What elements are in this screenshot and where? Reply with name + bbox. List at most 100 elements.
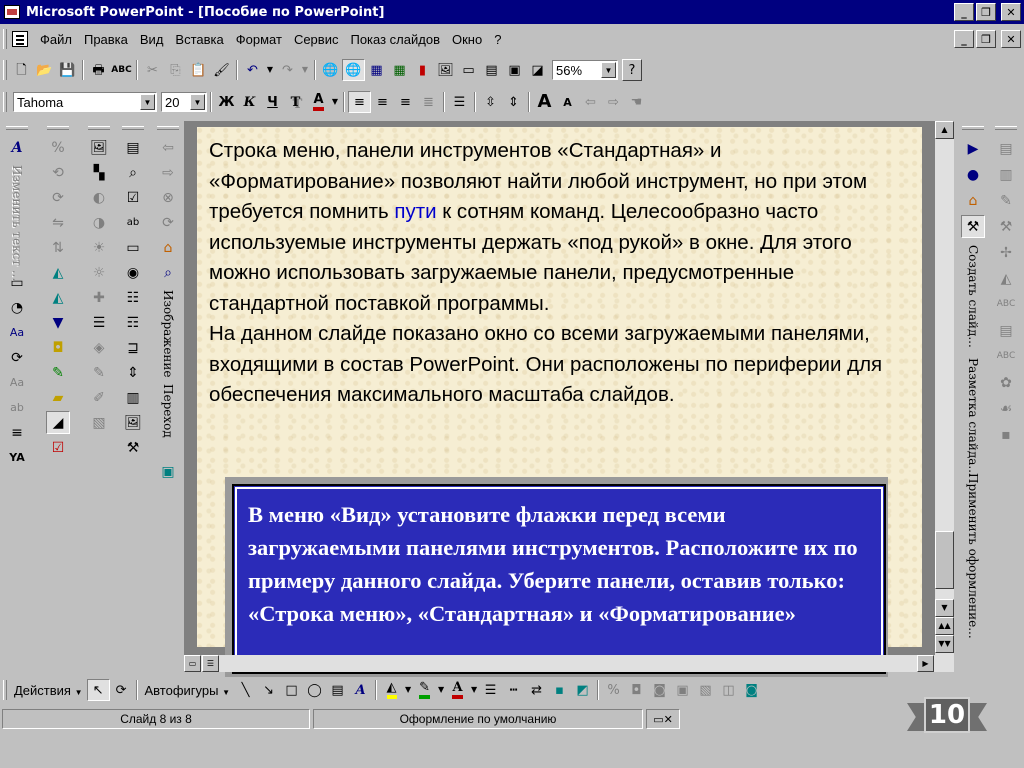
3d-tilt-up-icon[interactable]: ◘ — [625, 679, 648, 701]
shadow-button[interactable]: Т — [284, 91, 307, 113]
image-control-icon[interactable]: ▚ — [87, 161, 111, 184]
font-name-dropdown-icon[interactable]: ▼ — [140, 94, 155, 110]
menu-tools[interactable]: Сервис — [288, 32, 345, 47]
checkbox-control-icon[interactable]: ☑ — [121, 186, 145, 209]
menu-view[interactable]: Вид — [134, 32, 170, 47]
doc-close-button[interactable]: ✕ — [1001, 30, 1021, 48]
italic-button[interactable]: К — [238, 91, 261, 113]
menu-window[interactable]: Окно — [446, 32, 488, 47]
control-toolbox-grip[interactable] — [122, 126, 144, 130]
stop-icon[interactable]: ⊗ — [156, 186, 180, 209]
less-brightness-icon[interactable]: ☼ — [87, 261, 111, 284]
comment-icon[interactable]: ▤ — [994, 137, 1018, 160]
new-slide-icon[interactable]: ▭ — [457, 59, 480, 81]
increase-spacing-icon[interactable]: ⇳ — [479, 91, 502, 113]
actions-menu[interactable]: Действия ▼ — [10, 683, 87, 698]
rotate-left-icon[interactable]: ⟲ — [46, 161, 70, 184]
funnel-icon[interactable]: ▼ — [46, 311, 70, 334]
zoom-glass-icon[interactable]: ⌕ — [121, 161, 145, 184]
folder-yellow-icon[interactable]: ▰ — [46, 386, 70, 409]
button-control-icon[interactable]: ▭ — [121, 236, 145, 259]
hyperlink-icon[interactable]: 🌐 — [319, 59, 342, 81]
line-color-icon[interactable]: ✎ — [46, 361, 70, 384]
record-icon[interactable]: ● — [961, 163, 985, 186]
scroll-thumb[interactable] — [935, 531, 954, 589]
wordart-toolbar-grip[interactable] — [995, 126, 1017, 130]
bold-button[interactable]: Ж — [215, 91, 238, 113]
textbox-icon[interactable]: ▤ — [326, 679, 349, 701]
listbox-control-icon[interactable]: ☷ — [121, 286, 145, 309]
radio-control-icon[interactable]: ◉ — [121, 261, 145, 284]
flip-vertical-icon[interactable]: ⇅ — [46, 236, 70, 259]
textbox-control-icon[interactable]: ab — [121, 211, 145, 234]
free-rotate-icon[interactable]: ⟳ — [110, 679, 133, 701]
select-objects-icon[interactable]: ↖ — [86, 679, 110, 701]
line-icon[interactable]: ╲ — [234, 679, 257, 701]
next-slide-icon[interactable]: ▼▼ — [935, 635, 954, 653]
open-folder-icon[interactable]: 📂 — [33, 59, 56, 81]
restore-button[interactable]: ❐ — [976, 3, 996, 21]
apply-design-icon[interactable]: ▣ — [503, 59, 526, 81]
menu-edit[interactable]: Правка — [78, 32, 134, 47]
toggle-draw-icon[interactable]: ◢ — [46, 411, 70, 434]
font-size-dropdown-icon[interactable]: ▼ — [190, 94, 205, 110]
wordart-icon[interactable]: A — [5, 136, 29, 159]
common-tasks-grip[interactable] — [962, 126, 984, 130]
menu-slideshow[interactable]: Показ слайдов — [344, 32, 446, 47]
outline-view-icon[interactable]: ☰ — [202, 655, 219, 672]
recolor-icon[interactable]: ◈ — [87, 336, 111, 359]
wordart-gallery-icon[interactable]: ABC — [994, 293, 1018, 316]
group-icon[interactable]: % — [46, 136, 70, 159]
outline-toolbar-grip[interactable] — [6, 126, 28, 130]
3d-depth-icon[interactable]: ▧ — [694, 679, 717, 701]
normal-view-icon[interactable]: ▭ — [184, 655, 201, 672]
line-style-button-icon[interactable]: ☰ — [479, 679, 502, 701]
3d-direction-icon[interactable]: ◫ — [717, 679, 740, 701]
line-color-button[interactable]: ✎ — [413, 679, 436, 701]
transition-caption[interactable]: Переход — [161, 380, 175, 458]
label-control-icon[interactable]: 🖼 — [121, 411, 145, 434]
more-controls-icon[interactable]: ⚒ — [121, 436, 145, 459]
redo-dropdown-icon[interactable]: ▼ — [299, 59, 311, 81]
flip-horizontal-icon[interactable]: ⇋ — [46, 211, 70, 234]
line-style-icon[interactable]: ☰ — [87, 311, 111, 334]
menubar-grip[interactable] — [3, 29, 7, 49]
doc-restore-button[interactable]: ❐ — [976, 30, 996, 48]
horizontal-scrollbar[interactable]: ▭ ☰ ▶ — [184, 655, 935, 672]
scroll-right-icon[interactable]: ▶ — [917, 655, 934, 672]
crop-icon[interactable]: ✚ — [87, 286, 111, 309]
align-justify-icon[interactable]: ≣ — [417, 91, 440, 113]
align-right-icon[interactable]: ≡ — [394, 91, 417, 113]
shadow-icon[interactable]: ▪ — [548, 679, 571, 701]
promote-icon[interactable]: ⇦ — [579, 91, 602, 113]
new-document-icon[interactable]: 🗋 — [10, 59, 33, 81]
black-white-view-icon[interactable]: ◪ — [526, 59, 549, 81]
align-left-icon[interactable]: ≡ — [348, 91, 371, 113]
undo-icon[interactable]: ↶ — [241, 59, 264, 81]
3d-icon[interactable]: ◩ — [571, 679, 594, 701]
menu-format[interactable]: Формат — [230, 32, 288, 47]
insert-word-table-icon[interactable]: ▦ — [365, 59, 388, 81]
fill-color-dropdown-icon[interactable]: ▼ — [403, 679, 413, 701]
insert-wordart-icon[interactable]: A — [349, 679, 372, 701]
autoshapes-menu[interactable]: Автофигуры ▼ — [141, 683, 235, 698]
zoom-combo[interactable]: 56% ▼ — [552, 60, 618, 80]
wordart-same-height-icon[interactable]: ▤ — [994, 319, 1018, 342]
bullets-icon[interactable]: ☰ — [448, 91, 471, 113]
insert-excel-sheet-icon[interactable]: ▦ — [388, 59, 411, 81]
demote-icon[interactable]: ⇨ — [602, 91, 625, 113]
slide-layout-icon[interactable]: ▤ — [480, 59, 503, 81]
align-center-icon[interactable]: ≡ — [371, 91, 394, 113]
vertical-scrollbar[interactable]: ▲ ▼ ▲▲ ▼▼ — [935, 121, 954, 672]
text-direction-icon[interactable]: ab — [5, 396, 29, 419]
combobox-control-icon[interactable]: ☶ — [121, 311, 145, 334]
redo-icon[interactable]: ↷ — [276, 59, 299, 81]
close-button[interactable]: ✕ — [1001, 3, 1021, 21]
fill-bucket-icon[interactable]: ◭ — [46, 261, 70, 284]
rotate-icon[interactable]: ⟳ — [5, 346, 29, 369]
show-only-web-toolbar-icon[interactable]: ▣ — [156, 460, 180, 483]
play-icon[interactable]: ▶ — [961, 137, 985, 160]
decrease-spacing-icon[interactable]: ⇕ — [502, 91, 525, 113]
increase-font-button[interactable]: А — [533, 91, 556, 113]
create-slide-caption[interactable]: Создать слайд... — [966, 241, 980, 351]
